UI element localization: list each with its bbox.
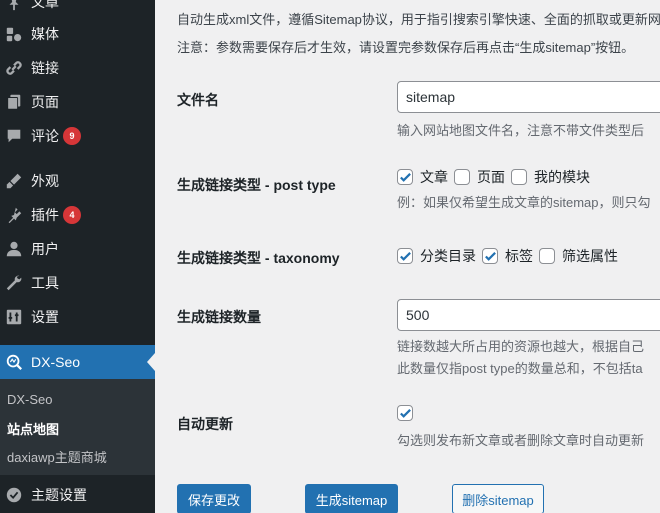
sidebar-item-label: 外观 <box>31 173 59 189</box>
media-icon <box>4 24 24 44</box>
delete-sitemap-button[interactable]: 删除sitemap <box>452 484 544 513</box>
sidebar-item-users[interactable]: 用户 <box>0 232 155 266</box>
link-count-hint-1: 链接数越大所占用的资源也越大，根据自己 <box>397 339 645 354</box>
auto-update-checkbox-wrap <box>397 405 420 421</box>
sidebar-item-theme-settings[interactable]: 主题设置 <box>0 478 155 512</box>
post-type-checkboxes: 文章 页面 我的模块 <box>397 167 596 187</box>
sidebar-item-dxseo[interactable]: DX-Seo <box>0 345 155 379</box>
wrench-icon <box>4 273 24 293</box>
checkbox-page[interactable] <box>454 169 470 185</box>
post-type-hint: 例：如果仅希望生成文章的sitemap，则只勾 <box>397 195 651 210</box>
page-icon <box>4 92 24 112</box>
sidebar-item-pages[interactable]: 页面 <box>0 85 155 119</box>
sidebar-item-label: 用户 <box>31 241 59 257</box>
link-icon <box>4 58 24 78</box>
checkbox-my-module[interactable] <box>511 169 527 185</box>
checkbox-my-module-label: 我的模块 <box>534 169 590 185</box>
dxseo-submenu: DX-Seo 站点地图 daxiawp主题商城 <box>0 379 155 475</box>
checkbox-filter-attribute-label: 筛选属性 <box>562 248 618 264</box>
sidebar-item-label: 链接 <box>31 60 59 76</box>
checkbox-filter-attribute[interactable] <box>539 248 555 264</box>
sidebar-item-media[interactable]: 媒体 <box>0 17 155 51</box>
link-count-hint-2: 此数量仅指post type的数量总和，不包括ta <box>397 361 643 376</box>
submenu-item-dxseo[interactable]: DX-Seo <box>7 392 53 407</box>
filename-input[interactable] <box>397 81 660 113</box>
taxonomy-checkboxes: 分类目录 标签 筛选属性 <box>397 246 624 266</box>
comments-count-badge: 9 <box>63 127 81 145</box>
sidebar-item-tools[interactable]: 工具 <box>0 266 155 300</box>
active-menu-arrow <box>147 353 155 371</box>
sidebar-item-label: 文章 <box>31 0 59 10</box>
sidebar-item-label: 工具 <box>31 275 59 291</box>
sidebar-item-label: 媒体 <box>31 26 59 42</box>
auto-update-label: 自动更新 <box>177 416 233 432</box>
theme-settings-icon <box>4 485 24 505</box>
plugin-icon <box>4 205 24 225</box>
checkbox-page-label: 页面 <box>477 169 505 185</box>
checkbox-post[interactable] <box>397 169 413 185</box>
filename-hint: 输入网站地图文件名，注意不带文件类型后 <box>397 123 645 138</box>
sidebar-item-label: 页面 <box>31 94 59 110</box>
dxseo-icon <box>4 352 24 372</box>
taxonomy-label: 生成链接类型 - taxonomy <box>177 250 340 266</box>
sidebar-item-plugins[interactable]: 插件 4 <box>0 198 155 232</box>
intro-description: 自动生成xml文件，遵循Sitemap协议，用于指引搜索引擎快速、全面的抓取或更… <box>177 12 660 27</box>
checkbox-tag[interactable] <box>482 248 498 264</box>
sidebar-item-label: 插件 <box>31 207 59 223</box>
submenu-item-theme-store[interactable]: daxiawp主题商城 <box>7 447 107 466</box>
settings-icon <box>4 307 24 327</box>
sidebar-item-links[interactable]: 链接 <box>0 51 155 85</box>
checkbox-post-label: 文章 <box>420 169 448 185</box>
user-icon <box>4 239 24 259</box>
checkbox-tag-label: 标签 <box>505 248 533 264</box>
filename-label: 文件名 <box>177 92 219 108</box>
checkbox-category[interactable] <box>397 248 413 264</box>
sidebar-item-appearance[interactable]: 外观 <box>0 164 155 198</box>
plugins-count-badge: 4 <box>63 206 81 224</box>
submenu-item-sitemap[interactable]: 站点地图 <box>7 419 59 438</box>
intro-note: 注意：参数需要保存后才生效，请设置完参数保存后再点击“生成sitemap”按钮。 <box>177 40 635 55</box>
comment-icon <box>4 126 24 146</box>
sidebar-item-label: 设置 <box>31 309 59 325</box>
link-count-label: 生成链接数量 <box>177 309 261 325</box>
appearance-icon <box>4 171 24 191</box>
sidebar-item-label: 主题设置 <box>31 487 87 503</box>
sidebar-item-label: 评论 <box>31 128 59 144</box>
save-changes-button[interactable]: 保存更改 <box>177 484 251 513</box>
link-count-input[interactable] <box>397 299 660 331</box>
generate-sitemap-button[interactable]: 生成sitemap <box>305 484 398 513</box>
auto-update-hint: 勾选则发布新文章或者删除文章时自动更新 <box>397 433 645 448</box>
checkbox-auto-update[interactable] <box>397 405 413 421</box>
sidebar-item-comments[interactable]: 评论 9 <box>0 119 155 153</box>
sidebar-item-label: DX-Seo <box>31 354 81 370</box>
settings-panel: 自动生成xml文件，遵循Sitemap协议，用于指引搜索引擎快速、全面的抓取或更… <box>155 0 660 513</box>
checkbox-category-label: 分类目录 <box>420 248 476 264</box>
pin-icon <box>4 0 24 12</box>
admin-sidebar: 文章 媒体 链接 页面 评论 9 外观 插件 4 用户 工具 设置 DX-Seo… <box>0 0 155 513</box>
sidebar-item-settings[interactable]: 设置 <box>0 300 155 334</box>
post-type-label: 生成链接类型 - post type <box>177 177 336 193</box>
